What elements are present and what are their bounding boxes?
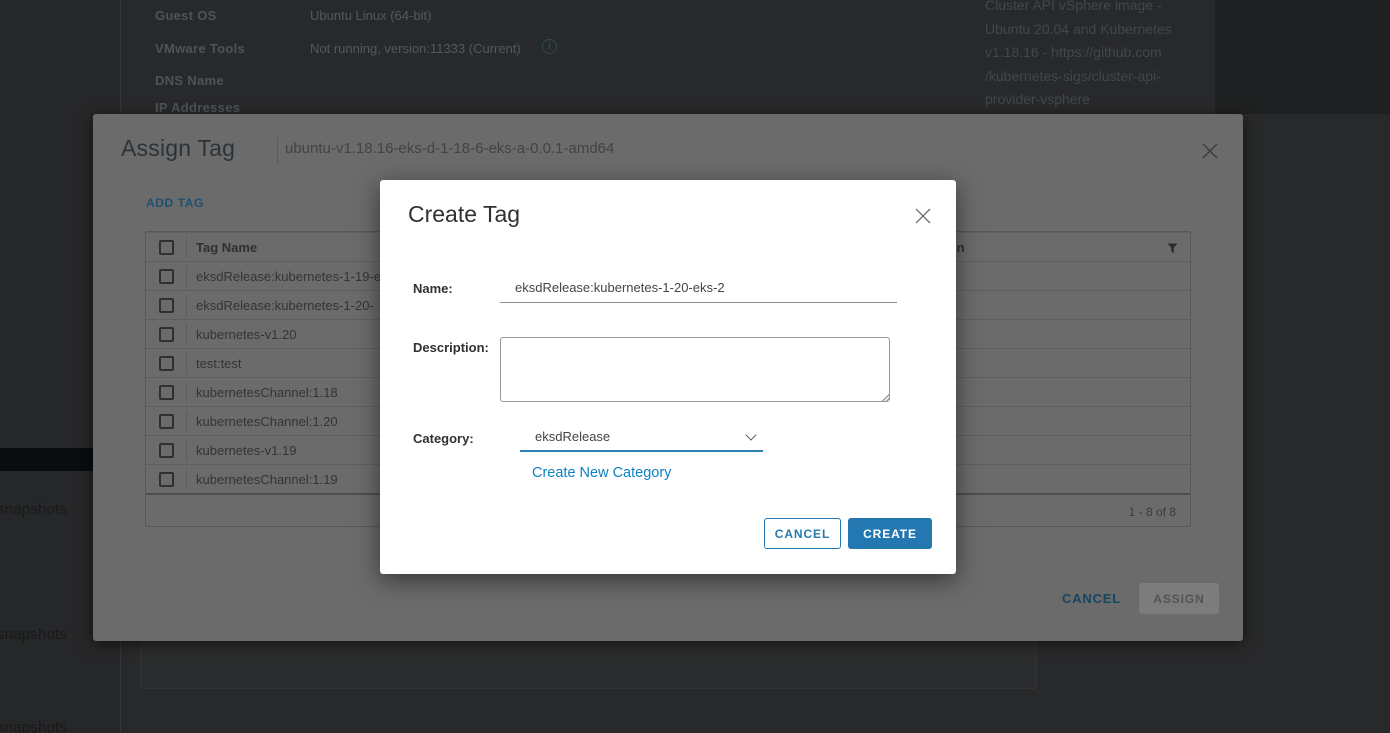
notes-line: v1.18.16 - https://github.com [985, 41, 1210, 65]
row-checkbox[interactable] [159, 298, 174, 313]
create-button[interactable]: CREATE [848, 518, 932, 549]
ip-addresses-label: IP Addresses [155, 100, 305, 115]
row-checkbox[interactable] [159, 414, 174, 429]
vm-summary-row: VMware Tools Not running, version:11333 … [137, 41, 957, 59]
description-textarea[interactable] [500, 337, 890, 402]
vm-summary-row: Guest OS Ubuntu Linux (64-bit) [137, 8, 957, 26]
row-checkbox[interactable] [159, 327, 174, 342]
tag-name-cell: eksdRelease:kubernetes-1-20- [196, 298, 374, 313]
category-selected-value: eksdRelease [535, 429, 610, 444]
cancel-button[interactable]: CANCEL [1062, 591, 1121, 606]
notes-line: Ubuntu 20.04 and Kubernetes [985, 18, 1210, 42]
assign-button[interactable]: ASSIGN [1139, 583, 1219, 614]
tag-name-cell: kubernetesChannel:1.20 [196, 414, 338, 429]
tag-name-cell: eksdRelease:kubernetes-1-19-e [196, 269, 381, 284]
sidebar-item-snapshots[interactable]: snapshots [0, 719, 117, 733]
name-input[interactable] [500, 276, 897, 303]
tag-name-cell: kubernetes-v1.20 [196, 327, 296, 342]
description-label: Description: [413, 340, 489, 355]
tag-name-cell: test:test [196, 356, 242, 371]
create-new-category-link[interactable]: Create New Category [532, 465, 671, 481]
category-select[interactable]: eksdRelease [520, 426, 763, 452]
row-checkbox[interactable] [159, 385, 174, 400]
cancel-button[interactable]: CANCEL [764, 518, 841, 549]
info-circle-icon[interactable]: i [542, 39, 557, 54]
row-checkbox[interactable] [159, 472, 174, 487]
filter-icon[interactable] [1167, 242, 1178, 257]
category-label: Category: [413, 431, 474, 446]
dialog-title: Assign Tag [121, 135, 235, 162]
tag-name-cell: kubernetes-v1.19 [196, 443, 296, 458]
vmware-tools-label: VMware Tools [155, 41, 305, 56]
vmware-tools-value: Not running, version:11333 (Current) [310, 41, 521, 56]
guest-os-label: Guest OS [155, 8, 305, 23]
tag-name-column-header: Tag Name [196, 240, 257, 255]
row-checkbox[interactable] [159, 269, 174, 284]
background-card [140, 643, 1037, 689]
background-panel [1215, 0, 1390, 114]
column-divider [186, 237, 187, 258]
notes-line: provider-vsphere [985, 88, 1210, 112]
sidebar-selected-item [0, 448, 93, 471]
close-icon[interactable] [1199, 140, 1223, 164]
notes-line: /kubernetes-sigs/cluster-api- [985, 65, 1210, 89]
close-icon[interactable] [913, 206, 935, 228]
add-tag-button[interactable]: ADD TAG [146, 196, 204, 210]
row-checkbox[interactable] [159, 356, 174, 371]
create-tag-dialog: Create Tag Name: Description: Category: … [380, 180, 956, 574]
chevron-down-icon [745, 429, 756, 440]
row-checkbox[interactable] [159, 443, 174, 458]
dialog-subtitle: ubuntu-v1.18.16-eks-d-1-18-6-eks-a-0.0.1… [285, 140, 614, 157]
vm-summary-row: DNS Name [137, 73, 957, 91]
title-separator [277, 137, 278, 163]
dns-name-label: DNS Name [155, 73, 305, 88]
select-all-checkbox[interactable] [159, 240, 174, 255]
guest-os-value: Ubuntu Linux (64-bit) [310, 8, 431, 23]
tag-name-cell: kubernetesChannel:1.19 [196, 472, 338, 487]
tag-name-cell: kubernetesChannel:1.18 [196, 385, 338, 400]
vm-notes-text: Cluster API vSphere image - Ubuntu 20.04… [985, 0, 1210, 112]
name-label: Name: [413, 281, 453, 296]
dialog-title: Create Tag [408, 201, 520, 228]
notes-line: Cluster API vSphere image - [985, 0, 1210, 18]
pagination-label: 1 - 8 of 8 [1129, 505, 1176, 519]
